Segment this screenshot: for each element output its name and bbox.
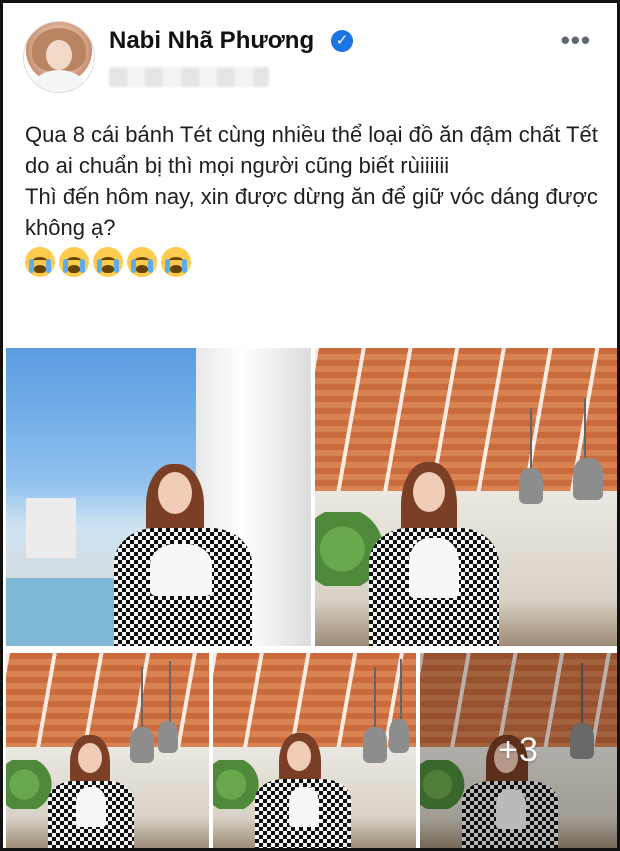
avatar-face — [46, 40, 72, 70]
post-header: Nabi Nhã Phương ✓ ••• — [23, 21, 597, 97]
author-name[interactable]: Nabi Nhã Phương — [109, 27, 314, 55]
more-photos-overlay[interactable]: +3 — [420, 653, 617, 848]
verified-badge-icon: ✓ — [331, 30, 353, 52]
avatar-shirt — [34, 70, 84, 92]
more-photos-count: +3 — [498, 731, 539, 769]
loudly-crying-face-emoji — [59, 247, 89, 277]
post-text-line-1: Qua 8 cái bánh Tét cùng nhiều thể loại đ… — [25, 122, 598, 178]
author-avatar[interactable] — [23, 21, 95, 93]
loudly-crying-face-emoji — [127, 247, 157, 277]
woman-figure — [106, 458, 256, 646]
loudly-crying-face-emoji — [93, 247, 123, 277]
post-text: Qua 8 cái bánh Tét cùng nhiều thể loại đ… — [25, 119, 603, 277]
woman-figure — [46, 735, 136, 848]
loudly-crying-face-emoji — [161, 247, 191, 277]
loudly-crying-face-emoji — [25, 247, 55, 277]
more-options-icon[interactable]: ••• — [561, 25, 591, 56]
photo-2[interactable] — [315, 348, 617, 646]
woman-figure — [253, 733, 353, 848]
facebook-post-card: Nabi Nhã Phương ✓ ••• Qua 8 cái bánh Tét… — [0, 0, 620, 851]
post-text-line-2: Thì đến hôm nay, xin được dừng ăn để giữ… — [25, 184, 598, 240]
post-meta-blurred — [109, 67, 269, 87]
photo-1[interactable] — [6, 348, 311, 646]
photo-4[interactable] — [213, 653, 416, 848]
photo-3[interactable] — [6, 653, 209, 848]
emoji-row — [25, 247, 603, 277]
woman-figure — [365, 458, 505, 646]
photo-5-more[interactable]: +3 — [420, 653, 617, 848]
